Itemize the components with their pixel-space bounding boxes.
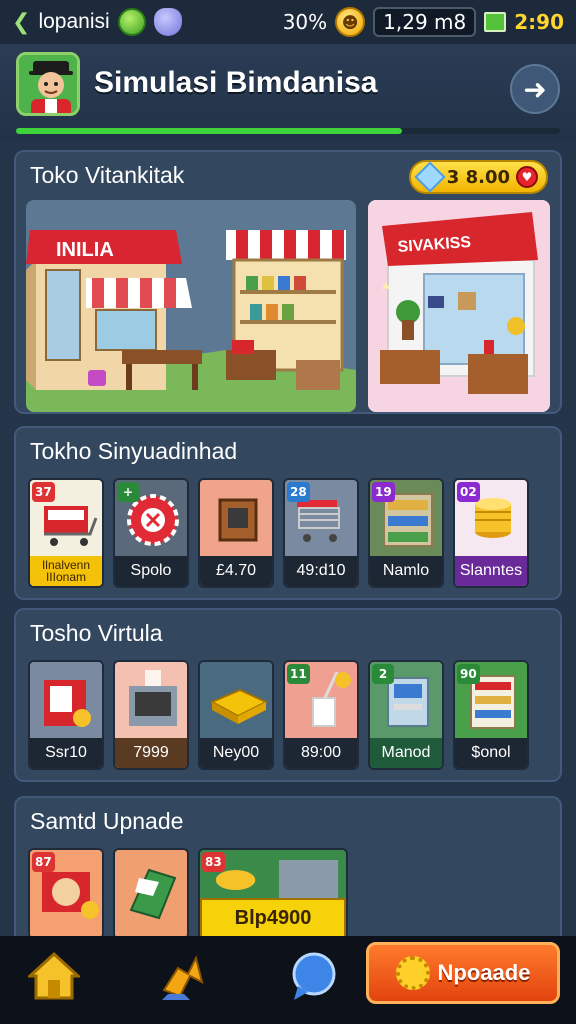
item-tile[interactable]: 19 Namlo [368, 478, 444, 588]
item-tile[interactable]: Ssr10 [28, 660, 104, 770]
shop-preview-2[interactable]: SIVAKISS [368, 200, 550, 412]
section3-title: Samtd Upnade [30, 808, 184, 834]
item-tile[interactable] [113, 848, 189, 940]
item-badge: 37 [32, 482, 55, 502]
shop-preview-1[interactable]: INILIA [26, 200, 356, 412]
upgrade-label: Npoaade [437, 960, 531, 985]
home-icon[interactable] [26, 950, 82, 1002]
item-label: Spolo [115, 556, 187, 586]
oven-icon [115, 662, 187, 740]
progress-fill [16, 128, 403, 134]
item-label: $onol [455, 738, 527, 768]
item-tile[interactable]: 11 89:00 [283, 660, 359, 770]
item-tile[interactable]: 02 Slanntes [453, 478, 529, 588]
item-badge: 02 [457, 482, 480, 502]
item-tile[interactable]: 87 [28, 848, 104, 940]
leaf-icon [117, 8, 146, 36]
item-badge: 83 [202, 852, 225, 872]
cheese-tray-icon [200, 662, 272, 740]
header: Simulasi Bimdanisa ➜ [0, 44, 576, 140]
network-value: 1,29 m8 [383, 10, 467, 34]
progress-bar [16, 128, 560, 134]
section1-title: Tokho Sinyuadinhad [30, 438, 238, 464]
item-label: Blp4900 [200, 898, 346, 938]
item-label: Slanntes [455, 556, 527, 586]
app-name: lopanisi [38, 10, 110, 33]
avatar[interactable] [16, 52, 80, 116]
item-tile[interactable]: 7999 [113, 660, 189, 770]
cabinet-icon [200, 480, 272, 558]
upgrade-button[interactable]: Npoaade [366, 942, 560, 1004]
item-badge: 87 [32, 852, 55, 872]
item-label: £4.70 [200, 556, 272, 586]
featured-card: Toko Vitankitak 3 8.00 ♥ INILIA SIVAKISS [14, 150, 562, 414]
shop1-sign: INILIA [56, 239, 114, 261]
item-label: Namlo [370, 556, 442, 586]
status-bar: ❮ lopanisi 30% ☻ 1,29 m8 2:90 [0, 0, 576, 44]
item-label: Ney00 [200, 738, 272, 768]
item-badge: 19 [372, 482, 395, 502]
clock: 2:90 [514, 10, 564, 34]
price-badge[interactable]: 3 8.00 ♥ [408, 160, 548, 194]
item-badge: 90 [457, 664, 480, 684]
cup-icon [153, 8, 182, 36]
item-badge: 2 [372, 664, 394, 684]
section2-title: Tosho Virtula [30, 620, 163, 646]
awning-stripes [86, 278, 192, 308]
section-card-3: Samtd Upnade 87 83 Blp4900 [14, 796, 562, 946]
item-tile[interactable]: + Spolo [113, 478, 189, 588]
battery-icon [484, 12, 507, 32]
shopkeeper-icon [19, 55, 77, 113]
item-badge: 28 [287, 482, 310, 502]
item-label: Ilnalvenn IIIonam [30, 556, 102, 586]
section-card-1: Tokho Sinyuadinhad 37 Ilnalvenn IIIonam + S… [14, 426, 562, 600]
smiley-icon: ☻ [335, 7, 366, 37]
item-tile[interactable]: 90 $onol [453, 660, 529, 770]
featured-title: Toko Vitankitak [30, 162, 185, 188]
item-tile[interactable]: Ney00 [198, 660, 274, 770]
item-label: 89:00 [285, 738, 357, 768]
add-icon: ♥ [516, 166, 538, 188]
gear-icon [395, 956, 430, 990]
shop-scene-2: SIVAKISS [368, 200, 550, 412]
gem-icon [414, 161, 446, 193]
chat-icon[interactable] [288, 950, 340, 1002]
arrow-right-icon: ➜ [523, 72, 547, 106]
item-label: 7999 [115, 738, 187, 768]
item-label: 49:d10 [285, 556, 357, 586]
vending-icon [30, 662, 102, 740]
battery-percent: 30% [282, 10, 328, 34]
item-badge: + [117, 482, 139, 502]
item-tile[interactable]: 83 Blp4900 [198, 848, 348, 940]
lightning-icon[interactable] [154, 950, 206, 1002]
shop-scene-1: INILIA [26, 230, 356, 412]
section-card-2: Tosho Virtula Ssr10 7999 Ney00 11 89:00 2 Mano… [14, 608, 562, 782]
item-tile[interactable]: 28 49:d10 [283, 478, 359, 588]
item-tile[interactable]: 37 Ilnalvenn IIIonam [28, 478, 104, 588]
item-tile[interactable]: £4.70 [198, 478, 274, 588]
item-label: Ssr10 [30, 738, 102, 768]
page-title: Simulasi Bimdanisa [94, 66, 378, 99]
item-label: Manod [370, 738, 442, 768]
price-value: 3 8.00 [446, 166, 510, 188]
item-badge: 11 [287, 664, 310, 684]
item-tile[interactable]: 2 Manod [368, 660, 444, 770]
bottom-nav: Npoaade [0, 936, 576, 1024]
next-button[interactable]: ➜ [510, 64, 560, 114]
fridge-icon [115, 850, 187, 928]
network-readout: 1,29 m8 [373, 7, 477, 37]
back-icon[interactable]: ❮ [12, 10, 30, 35]
